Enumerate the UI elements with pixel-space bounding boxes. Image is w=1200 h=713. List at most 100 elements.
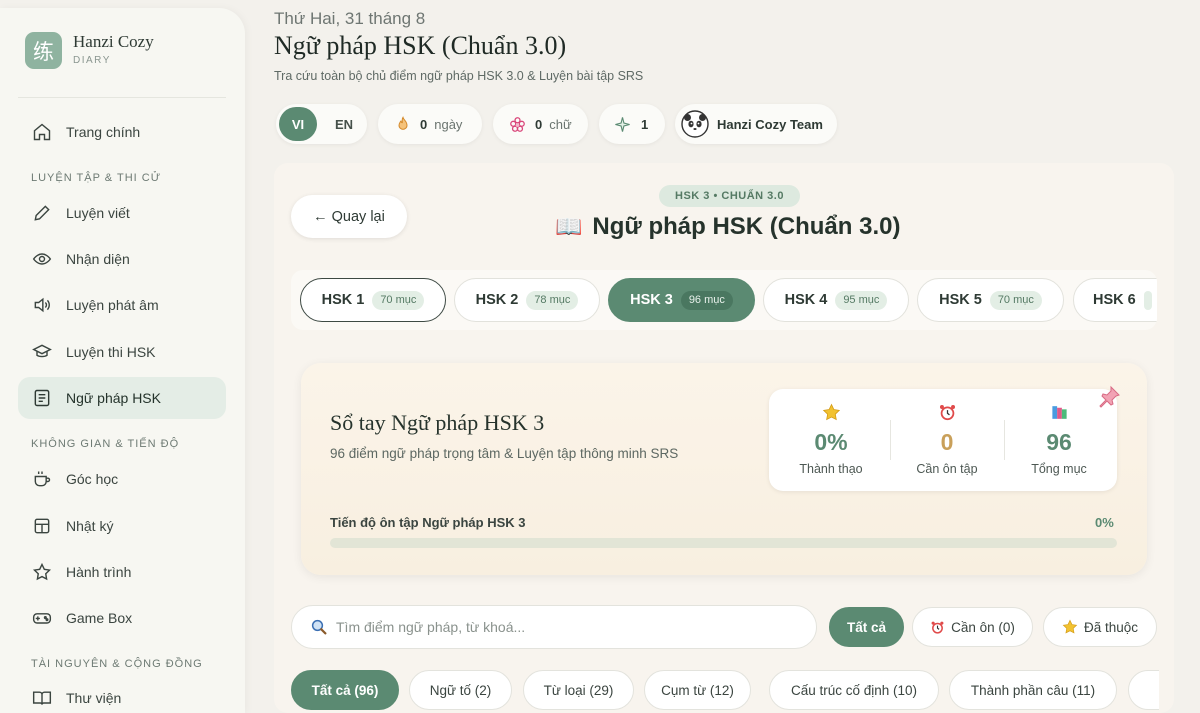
sidebar-item-writing[interactable]: Luyện viết: [18, 192, 226, 234]
sidebar: 练 Hanzi Cozy DIARY Trang chính LUYỆN TẬP…: [0, 8, 245, 713]
tab-hsk-4[interactable]: HSK 4 95 mục: [763, 278, 909, 322]
search-icon: [311, 619, 327, 635]
tab-label: HSK 4: [784, 292, 828, 308]
sidebar-item-pronunciation[interactable]: Luyện phát âm: [18, 284, 226, 326]
stat-label: Thành thạo: [799, 462, 863, 476]
tab-count: 78 mục: [526, 290, 579, 310]
section-heading-resources: TÀI NGUYÊN & CỘNG ĐỒNG: [31, 658, 203, 670]
level-tabs: HSK 1 70 mục HSK 2 78 mục HSK 3 96 mục H…: [291, 270, 1157, 330]
speaker-icon: [34, 297, 50, 313]
grammar-title: 📖 Ngữ pháp HSK (Chuẩn 3.0): [555, 213, 900, 241]
team-chip[interactable]: Hanzi Cozy Team: [675, 104, 837, 144]
star-icon: [822, 403, 840, 421]
home-icon: [33, 123, 51, 141]
tab-label: HSK 3: [630, 292, 673, 308]
category-next[interactable]: L: [1128, 670, 1159, 710]
sidebar-item-label: Hành trình: [66, 564, 132, 580]
header-date: Thứ Hai, 31 tháng 8: [274, 9, 426, 28]
filter-learned-button[interactable]: Đã thuộc: [1043, 607, 1157, 647]
words-chip[interactable]: 0 chữ: [493, 104, 588, 144]
books-icon: [1051, 406, 1067, 419]
stat-label: Cần ôn tập: [916, 462, 978, 476]
stat-label: Tổng mục: [1031, 462, 1087, 476]
tab-hsk-6[interactable]: HSK 6: [1073, 278, 1157, 322]
flower-icon: [510, 116, 525, 132]
sidebar-item-journal[interactable]: Nhật ký: [18, 505, 226, 547]
book-icon: [32, 691, 52, 705]
handbook-subtitle: 96 điểm ngữ pháp trọng tâm & Luyện tập t…: [330, 446, 679, 461]
pin-icon: [1099, 385, 1120, 408]
brand-subtitle: DIARY: [73, 55, 111, 66]
sidebar-item-label: Nhật ký: [66, 518, 114, 534]
sidebar-item-journey[interactable]: Hành trình: [18, 551, 226, 593]
tab-hsk-2[interactable]: HSK 2 78 mục: [454, 278, 600, 322]
tab-count: [1143, 290, 1152, 310]
team-name: Hanzi Cozy Team: [717, 116, 823, 132]
tab-hsk-1[interactable]: HSK 1 70 mục: [300, 278, 446, 322]
level-badge: HSK 3 • CHUẨN 3.0: [659, 185, 800, 207]
lang-vi-button[interactable]: VI: [279, 107, 317, 141]
section-heading-space: KHÔNG GIAN & TIẾN ĐỘ: [31, 438, 180, 450]
category-word-class[interactable]: Từ loại (29): [523, 670, 634, 710]
streak-unit: ngày: [434, 116, 463, 132]
lang-en-button[interactable]: EN: [325, 107, 363, 141]
progress-bar: [330, 538, 1117, 548]
search-input[interactable]: Tìm điểm ngữ pháp, từ khoá...: [336, 619, 525, 635]
page-title: Ngữ pháp HSK (Chuẩn 3.0): [274, 31, 567, 60]
category-fixed-structure[interactable]: Cấu trúc cố định (10): [769, 670, 939, 710]
sparkle-chip[interactable]: 1: [599, 104, 665, 144]
gamepad-icon: [32, 613, 52, 624]
back-button[interactable]: ← Quay lại: [291, 195, 407, 238]
tab-label: HSK 2: [475, 292, 519, 308]
stat-mastered: 0% Thành thạo: [773, 389, 889, 491]
words-unit: chữ: [549, 116, 572, 132]
tab-count: 95 mục: [835, 290, 888, 310]
pencil-icon: [34, 205, 50, 221]
flame-icon: [398, 116, 408, 130]
alarm-clock-icon: [939, 404, 955, 421]
tab-hsk-5[interactable]: HSK 5 70 mục: [917, 278, 1064, 322]
tab-label: HSK 1: [321, 292, 365, 308]
sidebar-item-label: Game Box: [66, 610, 133, 626]
book-emoji-icon: 📖: [555, 214, 583, 239]
sidebar-item-label: Luyện phát âm: [66, 297, 159, 313]
tab-count: 70 mục: [372, 290, 425, 310]
tab-count: 96 mục: [680, 290, 733, 310]
sidebar-item-label: Luyện viết: [66, 205, 130, 221]
app-logo[interactable]: 练: [25, 32, 62, 69]
filter-review-button[interactable]: Cần ôn (0): [912, 607, 1033, 647]
category-morpheme[interactable]: Ngữ tố (2): [409, 670, 512, 710]
alarm-clock-icon: [931, 621, 944, 634]
filter-all-button[interactable]: Tất cả: [829, 607, 904, 647]
tab-hsk-3[interactable]: HSK 3 96 mục: [608, 278, 755, 322]
eye-icon: [32, 253, 52, 265]
sidebar-item-hsk-grammar[interactable]: Ngữ pháp HSK: [18, 377, 226, 419]
sparkle-value: 1: [641, 116, 649, 132]
star-icon: [32, 562, 52, 581]
streak-chip[interactable]: 0 ngày: [378, 104, 482, 144]
sidebar-item-library[interactable]: Thư viện: [18, 677, 226, 713]
sidebar-item-label: Góc học: [66, 471, 119, 487]
journal-icon: [34, 518, 50, 534]
search-box[interactable]: Tìm điểm ngữ pháp, từ khoá...: [291, 605, 817, 649]
grammar-title-text: Ngữ pháp HSK (Chuẩn 3.0): [592, 213, 901, 240]
sidebar-item-game-box[interactable]: Game Box: [18, 597, 226, 639]
sidebar-item-recognition[interactable]: Nhận diện: [18, 238, 226, 280]
progress-label: Tiến độ ôn tập Ngữ pháp HSK 3: [330, 515, 526, 530]
streak-value: 0: [420, 116, 428, 132]
sidebar-item-hsk-exam[interactable]: Luyện thi HSK: [18, 331, 226, 373]
stats-box: 0% Thành thạo 0 Cần ôn tập 96 Tổng mục: [769, 389, 1117, 491]
progress-value: 0%: [1095, 515, 1114, 530]
sidebar-item-study-corner[interactable]: Góc học: [18, 458, 226, 500]
tab-label: HSK 6: [1093, 292, 1136, 308]
stat-value: 0: [940, 429, 954, 455]
sidebar-item-home[interactable]: Trang chính: [18, 111, 226, 153]
category-sentence-element[interactable]: Thành phần câu (11): [949, 670, 1117, 710]
category-all[interactable]: Tất cả (96): [291, 670, 399, 710]
stat-value: 96: [1046, 429, 1072, 455]
sidebar-divider: [18, 97, 226, 98]
sidebar-item-label: Thư viện: [66, 690, 122, 706]
graduation-cap-icon: [32, 344, 52, 358]
filter-label: Đã thuộc: [1083, 619, 1139, 635]
category-phrase[interactable]: Cụm từ (12): [644, 670, 751, 710]
